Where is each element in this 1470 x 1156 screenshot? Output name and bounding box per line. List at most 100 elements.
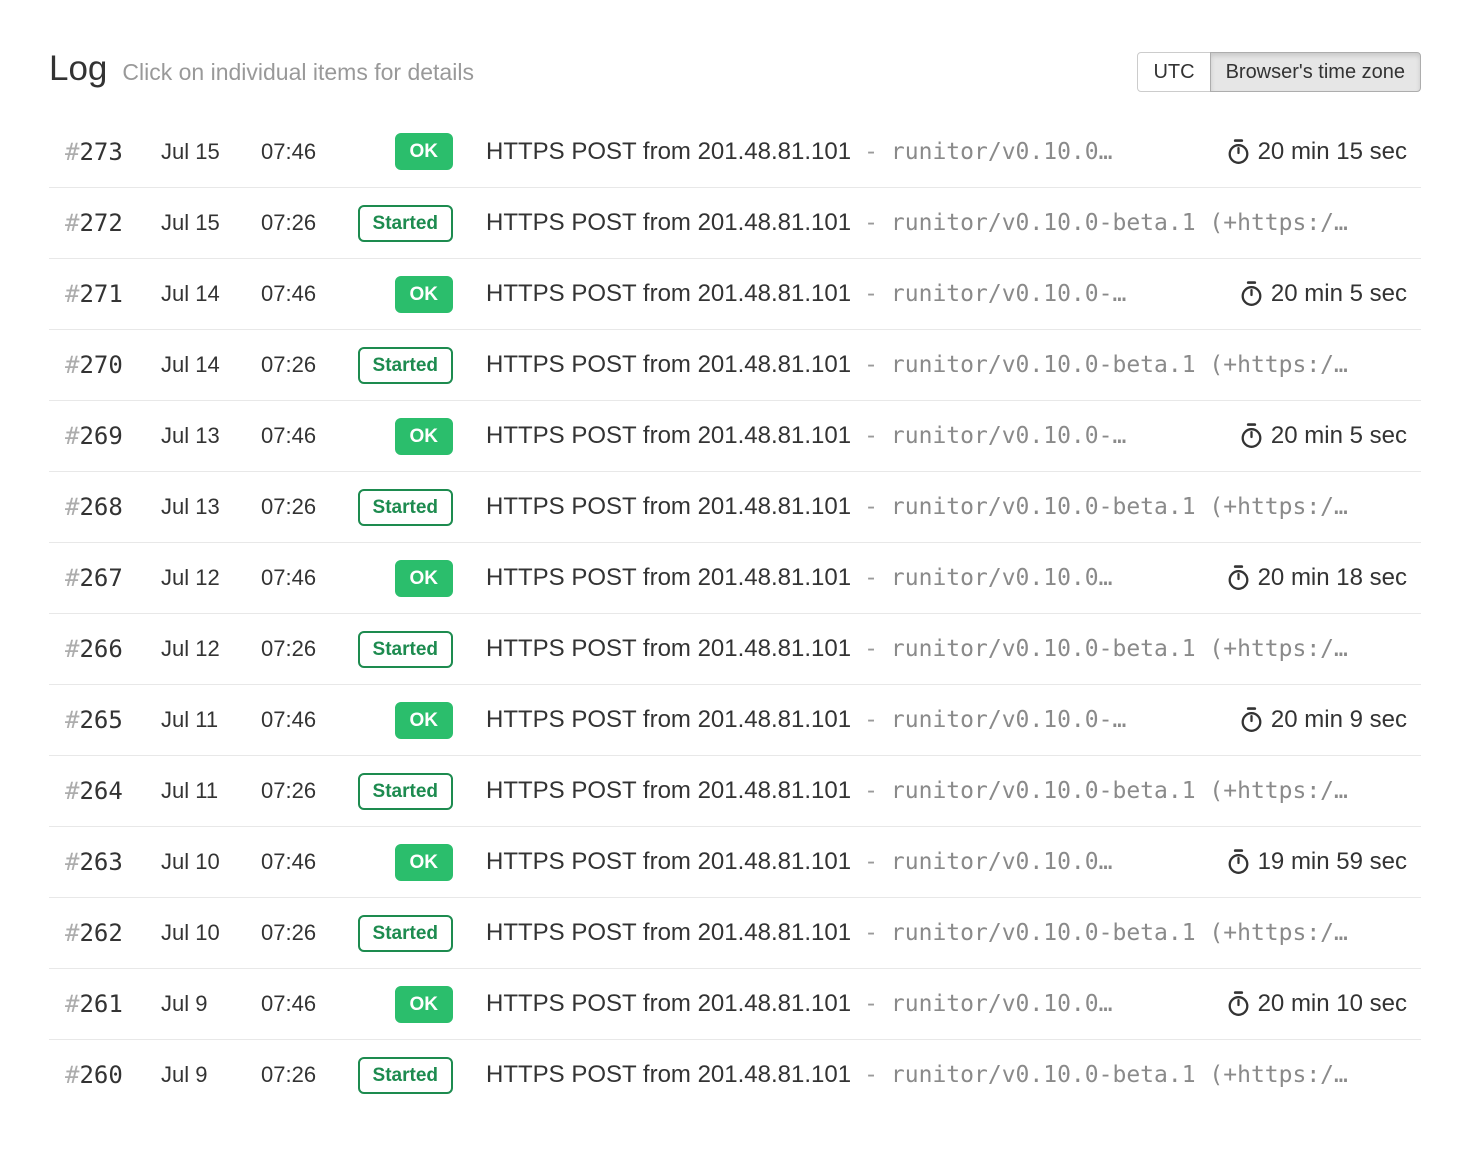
event-text: HTTPS POST from 201.48.81.101 bbox=[486, 209, 851, 237]
event-time: 07:46 bbox=[261, 707, 345, 733]
timezone-toggle: UTC Browser's time zone bbox=[1137, 52, 1421, 92]
event-number: 273 bbox=[79, 138, 122, 166]
user-agent-text: runitor/v0.10.0-beta.1 (+https:/… bbox=[891, 352, 1348, 378]
event-date: Jul 12 bbox=[161, 636, 261, 662]
hash-symbol: # bbox=[65, 209, 79, 237]
event-number: 267 bbox=[79, 564, 122, 592]
event-duration: 19 min 59 sec bbox=[1226, 848, 1407, 876]
event-time: 07:46 bbox=[261, 991, 345, 1017]
status-badge: OK bbox=[395, 133, 454, 170]
hash-symbol: # bbox=[65, 280, 79, 308]
event-description: HTTPS POST from 201.48.81.101 - runitor/… bbox=[486, 706, 1126, 734]
user-agent-text: runitor/v0.10.0-beta.1 (+https:/… bbox=[891, 210, 1348, 236]
hash-symbol: # bbox=[65, 493, 79, 521]
event-number: 266 bbox=[79, 635, 122, 663]
event-duration: 20 min 18 sec bbox=[1226, 564, 1407, 592]
duration-text: 20 min 15 sec bbox=[1258, 138, 1407, 166]
stopwatch-icon bbox=[1239, 422, 1264, 450]
status-badge: OK bbox=[395, 276, 454, 313]
status-badge-cell: Started bbox=[345, 631, 453, 668]
hash-symbol: # bbox=[65, 635, 79, 663]
status-badge-cell: OK bbox=[345, 133, 453, 170]
duration-text: 20 min 10 sec bbox=[1258, 990, 1407, 1018]
log-list: #273 Jul 15 07:46 OK HTTPS POST from 201… bbox=[49, 116, 1421, 1110]
log-row[interactable]: #270 Jul 14 07:26 Started HTTPS POST fro… bbox=[49, 329, 1421, 400]
event-text: HTTPS POST from 201.48.81.101 bbox=[486, 493, 851, 521]
check-number: #270 bbox=[49, 351, 161, 379]
status-badge: OK bbox=[395, 418, 454, 455]
separator-dash: - bbox=[864, 352, 878, 378]
page-subtitle: Click on individual items for details bbox=[122, 59, 474, 86]
status-badge-cell: OK bbox=[345, 560, 453, 597]
log-row[interactable]: #267 Jul 12 07:46 OK HTTPS POST from 201… bbox=[49, 542, 1421, 613]
event-date: Jul 15 bbox=[161, 210, 261, 236]
check-number: #267 bbox=[49, 564, 161, 592]
event-duration: 20 min 5 sec bbox=[1239, 422, 1407, 450]
event-time: 07:26 bbox=[261, 1062, 345, 1088]
event-number: 260 bbox=[79, 1061, 122, 1089]
duration-text: 20 min 5 sec bbox=[1271, 280, 1407, 308]
event-text: HTTPS POST from 201.48.81.101 bbox=[486, 635, 851, 663]
log-row[interactable]: #261 Jul 9 07:46 OK HTTPS POST from 201.… bbox=[49, 968, 1421, 1039]
user-agent-text: runitor/v0.10.0… bbox=[891, 849, 1113, 875]
log-row[interactable]: #273 Jul 15 07:46 OK HTTPS POST from 201… bbox=[49, 116, 1421, 187]
status-badge-cell: Started bbox=[345, 1057, 453, 1094]
log-row[interactable]: #272 Jul 15 07:26 Started HTTPS POST fro… bbox=[49, 187, 1421, 258]
check-number: #273 bbox=[49, 138, 161, 166]
log-row[interactable]: #260 Jul 9 07:26 Started HTTPS POST from… bbox=[49, 1039, 1421, 1110]
status-badge-cell: OK bbox=[345, 276, 453, 313]
event-time: 07:46 bbox=[261, 139, 345, 165]
log-page: Log Click on individual items for detail… bbox=[0, 0, 1470, 1110]
log-row[interactable]: #271 Jul 14 07:46 OK HTTPS POST from 201… bbox=[49, 258, 1421, 329]
log-row[interactable]: #264 Jul 11 07:26 Started HTTPS POST fro… bbox=[49, 755, 1421, 826]
log-row[interactable]: #263 Jul 10 07:46 OK HTTPS POST from 201… bbox=[49, 826, 1421, 897]
event-number: 265 bbox=[79, 706, 122, 734]
separator-dash: - bbox=[864, 920, 878, 946]
event-time: 07:26 bbox=[261, 494, 345, 520]
event-time: 07:26 bbox=[261, 210, 345, 236]
stopwatch-icon bbox=[1226, 848, 1251, 876]
utc-button[interactable]: UTC bbox=[1137, 52, 1210, 92]
user-agent-text: runitor/v0.10.0… bbox=[891, 991, 1113, 1017]
log-row[interactable]: #266 Jul 12 07:26 Started HTTPS POST fro… bbox=[49, 613, 1421, 684]
event-text: HTTPS POST from 201.48.81.101 bbox=[486, 990, 851, 1018]
hash-symbol: # bbox=[65, 848, 79, 876]
browser-timezone-button[interactable]: Browser's time zone bbox=[1210, 52, 1421, 92]
status-badge: Started bbox=[358, 915, 453, 952]
status-badge-cell: Started bbox=[345, 347, 453, 384]
duration-text: 20 min 5 sec bbox=[1271, 422, 1407, 450]
event-date: Jul 11 bbox=[161, 778, 261, 804]
status-badge-cell: OK bbox=[345, 844, 453, 881]
separator-dash: - bbox=[864, 423, 878, 449]
event-time: 07:26 bbox=[261, 778, 345, 804]
separator-dash: - bbox=[864, 636, 878, 662]
status-badge: OK bbox=[395, 844, 454, 881]
check-number: #261 bbox=[49, 990, 161, 1018]
stopwatch-icon bbox=[1239, 706, 1264, 734]
event-date: Jul 10 bbox=[161, 920, 261, 946]
check-number: #262 bbox=[49, 919, 161, 947]
status-badge: Started bbox=[358, 205, 453, 242]
log-row[interactable]: #268 Jul 13 07:26 Started HTTPS POST fro… bbox=[49, 471, 1421, 542]
user-agent-text: runitor/v0.10.0… bbox=[891, 565, 1113, 591]
log-row[interactable]: #269 Jul 13 07:46 OK HTTPS POST from 201… bbox=[49, 400, 1421, 471]
log-row[interactable]: #265 Jul 11 07:46 OK HTTPS POST from 201… bbox=[49, 684, 1421, 755]
event-date: Jul 9 bbox=[161, 991, 261, 1017]
event-duration: 20 min 10 sec bbox=[1226, 990, 1407, 1018]
status-badge: OK bbox=[395, 702, 454, 739]
status-badge-cell: Started bbox=[345, 773, 453, 810]
status-badge-cell: OK bbox=[345, 986, 453, 1023]
event-description: HTTPS POST from 201.48.81.101 - runitor/… bbox=[486, 635, 1348, 663]
event-duration: 20 min 5 sec bbox=[1239, 280, 1407, 308]
status-badge: Started bbox=[358, 1057, 453, 1094]
check-number: #268 bbox=[49, 493, 161, 521]
event-date: Jul 11 bbox=[161, 707, 261, 733]
separator-dash: - bbox=[864, 565, 878, 591]
log-row[interactable]: #262 Jul 10 07:26 Started HTTPS POST fro… bbox=[49, 897, 1421, 968]
event-number: 263 bbox=[79, 848, 122, 876]
event-number: 262 bbox=[79, 919, 122, 947]
user-agent-text: runitor/v0.10.0-… bbox=[891, 281, 1126, 307]
check-number: #263 bbox=[49, 848, 161, 876]
stopwatch-icon bbox=[1226, 138, 1251, 166]
hash-symbol: # bbox=[65, 1061, 79, 1089]
